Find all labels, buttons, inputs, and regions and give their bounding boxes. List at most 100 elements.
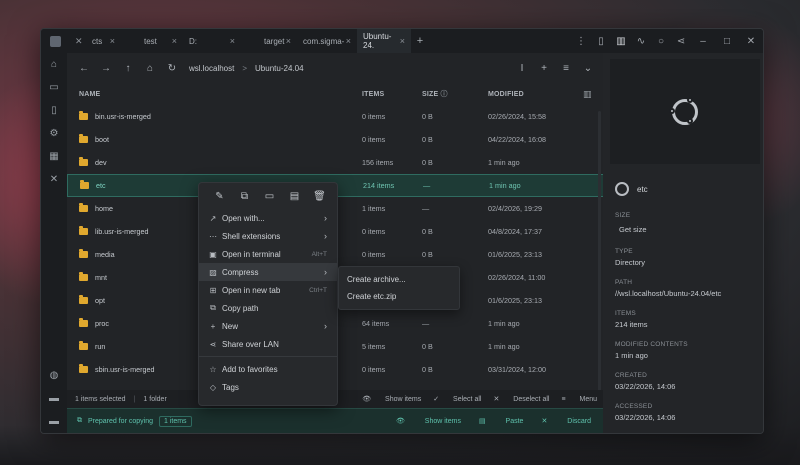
- text-cursor-icon[interactable]: I: [511, 63, 533, 74]
- extensions-icon[interactable]: ▦: [41, 145, 67, 168]
- paste-button[interactable]: ▤ Paste: [479, 417, 523, 425]
- close-icon[interactable]: ×: [286, 36, 291, 46]
- column-items[interactable]: ITEMS: [362, 91, 422, 98]
- context-menu-item[interactable]: ⊞ Open in new tab Ctrl+T: [199, 281, 337, 299]
- details-pane-icon[interactable]: ▥: [611, 36, 631, 47]
- context-menu-item[interactable]: ◇ Tags: [199, 378, 337, 396]
- context-menu-item[interactable]: ↗ Open with... ›: [199, 209, 337, 227]
- tools-icon[interactable]: ✕: [41, 168, 67, 191]
- table-row[interactable]: dev 156 items 0 B 1 min ago: [67, 151, 605, 174]
- close-window-icon[interactable]: ✕: [739, 36, 763, 47]
- show-items-button[interactable]: 👁 Show items: [362, 395, 421, 403]
- home-icon[interactable]: ⌂: [41, 53, 67, 76]
- column-name[interactable]: NAME: [79, 91, 362, 98]
- close-icon[interactable]: ×: [400, 36, 405, 46]
- new-tab-icon: ⊞: [209, 285, 217, 295]
- folder-icon[interactable]: ▭: [41, 76, 67, 99]
- columns-icon[interactable]: ▥: [583, 89, 592, 100]
- create-archive-item[interactable]: Create archive...: [339, 271, 459, 288]
- context-menu-item[interactable]: ⋖ Share over LAN: [199, 335, 337, 353]
- rename-icon[interactable]: ✎: [207, 191, 232, 202]
- clipboard-show-items-button[interactable]: 👁 Show items: [396, 417, 461, 425]
- tab-cts[interactable]: ✕ cts ×: [69, 29, 121, 53]
- home-icon[interactable]: ⌂: [139, 63, 161, 74]
- context-menu-item[interactable]: ⧉ Copy path: [199, 299, 337, 317]
- sort-icon[interactable]: ≡: [555, 63, 577, 74]
- scrollbar[interactable]: [598, 111, 601, 431]
- details-title: etc: [615, 182, 751, 196]
- wrench-icon: ✕: [75, 35, 83, 46]
- size-label: SIZE: [615, 212, 631, 219]
- copy-icon[interactable]: ⧉: [232, 191, 257, 202]
- drive-icon[interactable]: ▬: [41, 387, 67, 410]
- tab-label: cts: [92, 36, 103, 46]
- back-icon[interactable]: ←: [73, 63, 95, 74]
- menu-item-label: Copy path: [222, 303, 259, 313]
- tab-com-sigma[interactable]: com.sigma- ×: [297, 29, 357, 53]
- tab-ubuntu[interactable]: Ubuntu-24. ×: [357, 29, 411, 53]
- search-icon[interactable]: ○: [651, 36, 671, 47]
- move-icon[interactable]: ▭: [257, 191, 282, 202]
- file-items: 0 items: [362, 112, 386, 121]
- breadcrumb-item[interactable]: wsl.localhost: [189, 64, 234, 73]
- discard-button[interactable]: ✕ Discard: [541, 417, 591, 425]
- create-zip-item[interactable]: Create etc.zip: [339, 288, 459, 305]
- copy-path-icon: ⧉: [210, 303, 216, 312]
- breadcrumb-item[interactable]: Ubuntu-24.04: [255, 64, 303, 73]
- forward-icon[interactable]: →: [95, 63, 117, 74]
- select-all-button[interactable]: ✓ Select all: [433, 395, 481, 403]
- close-icon[interactable]: ×: [110, 36, 115, 46]
- tab-d-drive[interactable]: D: ×: [183, 29, 241, 53]
- file-modified: 01/6/2025, 23:13: [488, 250, 542, 259]
- file-name: bin.usr-is-merged: [95, 112, 151, 121]
- context-menu-item[interactable]: ⋯ Shell extensions ›: [199, 227, 337, 245]
- sidebar-toggle-icon[interactable]: ▯: [591, 36, 611, 47]
- add-tab-button[interactable]: +: [411, 35, 429, 47]
- toolbar: ← → ↑ ⌂ ↻ wsl.localhost > Ubuntu-24.04 I…: [67, 53, 605, 83]
- file-items: 0 items: [362, 135, 386, 144]
- more-options-icon[interactable]: ⋮: [571, 36, 591, 47]
- up-icon[interactable]: ↑: [117, 63, 139, 74]
- trash-icon[interactable]: 🗑: [307, 191, 332, 202]
- close-icon[interactable]: ×: [172, 36, 177, 46]
- drive-icon[interactable]: ▬: [41, 410, 67, 433]
- menu-item-label: Open in terminal: [222, 249, 281, 259]
- get-size-button[interactable]: Get size: [619, 225, 751, 234]
- tab-target[interactable]: target ×: [241, 29, 297, 53]
- items-value: 214 items: [615, 320, 648, 329]
- settings-icon[interactable]: ⚙: [41, 122, 67, 145]
- file-modified: 1 min ago: [488, 158, 520, 167]
- tab-test[interactable]: test ×: [121, 29, 183, 53]
- selection-count: 1 items selected: [75, 395, 126, 403]
- close-icon[interactable]: ×: [346, 36, 351, 46]
- minimize-icon[interactable]: –: [691, 36, 715, 47]
- folder-count: 1 folder: [143, 395, 167, 403]
- folder-icon: [79, 318, 88, 327]
- menu-item-label: New: [222, 321, 239, 331]
- column-modified[interactable]: MODIFIED: [488, 91, 583, 98]
- context-menu-item[interactable]: ☆ Add to favorites: [199, 360, 337, 378]
- chevron-down-icon[interactable]: ⌄: [577, 63, 599, 74]
- linux-icon[interactable]: ◍: [41, 364, 67, 387]
- table-row[interactable]: bin.usr-is-merged 0 items 0 B 02/26/2024, 1…: [67, 105, 605, 128]
- maximize-icon[interactable]: □: [715, 36, 739, 47]
- plus-icon[interactable]: +: [533, 63, 555, 74]
- bookmark-icon[interactable]: ▯: [41, 99, 67, 122]
- deselect-all-button[interactable]: ✕ Deselect all: [493, 395, 549, 403]
- chevron-right-icon: ›: [324, 267, 327, 277]
- breadcrumb[interactable]: wsl.localhost > Ubuntu-24.04: [189, 64, 304, 73]
- context-menu-item[interactable]: ▨ Compress ›: [199, 263, 337, 281]
- share-icon[interactable]: ⋖: [671, 36, 691, 47]
- menu-button[interactable]: ≡ Menu: [561, 396, 597, 403]
- refresh-icon[interactable]: ↻: [161, 63, 183, 74]
- close-icon[interactable]: ×: [230, 36, 235, 46]
- context-menu-item[interactable]: ▣ Open in terminal Alt+T: [199, 245, 337, 263]
- activity-icon[interactable]: ∿: [631, 36, 651, 47]
- share-icon: ⋖: [209, 339, 217, 349]
- table-row[interactable]: boot 0 items 0 B 04/22/2024, 16:08: [67, 128, 605, 151]
- column-size[interactable]: SIZE ⓘ: [422, 89, 488, 99]
- copy-icon: ⧉: [77, 417, 82, 424]
- paste-icon[interactable]: ▤: [282, 191, 307, 202]
- context-menu-item[interactable]: + New ›: [199, 317, 337, 335]
- file-size: 0 B: [422, 135, 433, 144]
